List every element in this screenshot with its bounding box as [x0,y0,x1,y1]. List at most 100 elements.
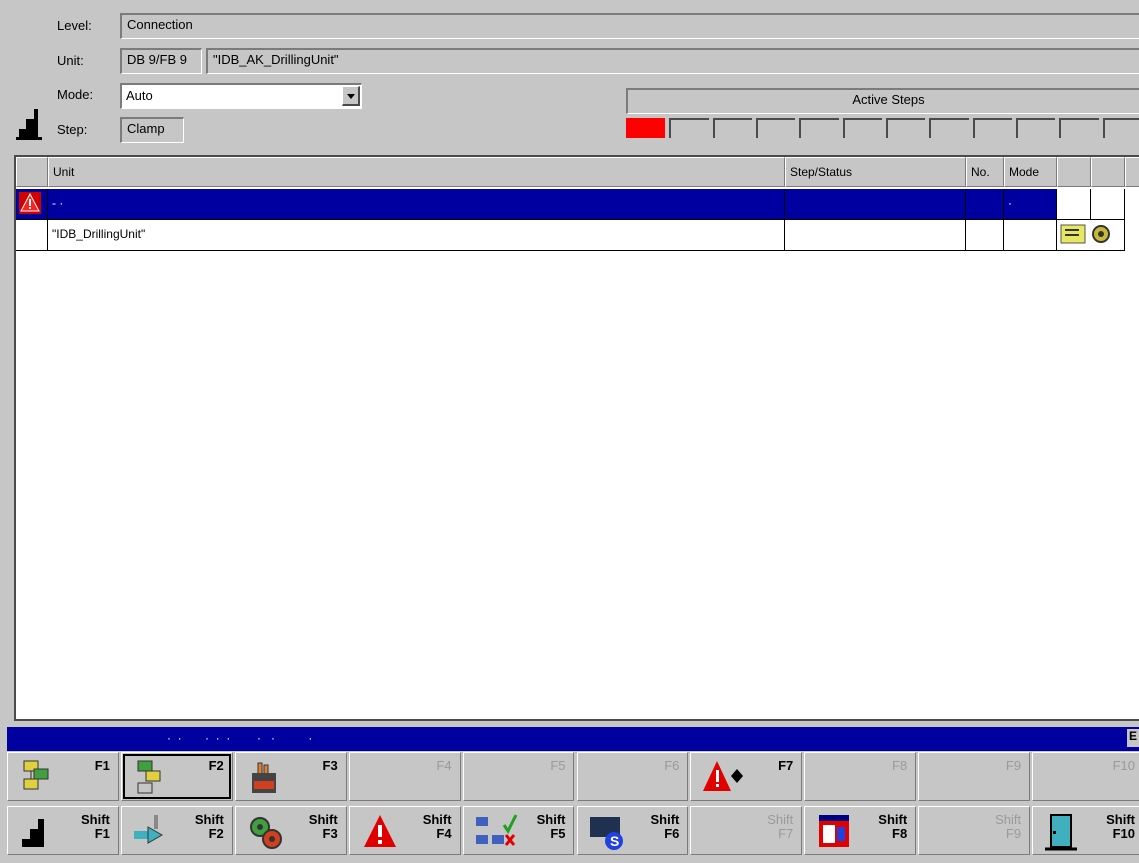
fkey-label: F3 [322,758,338,773]
shift-f5-button[interactable]: Shift F5 [462,806,575,855]
mode-select[interactable]: Auto [120,83,362,109]
row-no-cell [966,220,1004,251]
fkey-label: F5 [550,758,566,773]
fkey-label: Shift F10 [1106,812,1135,841]
shift-f4-button[interactable]: Shift F4 [348,806,461,855]
unit-label: Unit: [57,53,84,68]
table-header-corner [16,157,48,187]
shift-f2-button[interactable]: Shift F2 [120,806,233,855]
row-mode-cell: · [1004,189,1057,220]
status-bar: · · · · · · · · E [7,727,1139,751]
f4-button[interactable]: F4 [348,752,461,801]
unit-name-field: "IDB_AK_DrillingUnit" [206,48,1139,74]
active-step-cell [626,118,666,138]
active-step-cell [756,118,796,138]
network-check-icon [474,813,517,851]
fkey-label: Shift F6 [650,812,680,841]
active-steps-bar [626,118,1139,140]
f7-button[interactable]: F7 [690,752,803,801]
row-step-status-cell [785,189,966,220]
step-label: Step: [57,122,88,137]
fkey-label: F9 [1005,758,1022,773]
shift-f6-button[interactable]: S Shift F6 [576,806,689,855]
column-header-no[interactable]: No. [966,157,1004,187]
level-field: Connection [120,13,1139,39]
row-extra-cell [1057,189,1091,220]
column-header-step-status[interactable]: Step/Status [785,157,966,187]
column-header-extra-3 [1125,157,1139,187]
mode-dropdown-button[interactable] [342,86,360,106]
column-header-mode[interactable]: Mode [1004,157,1057,187]
mode-icon [18,813,58,851]
exit-door-icon [1043,813,1083,851]
row-unit-cell: - · [48,189,785,220]
f8-button[interactable]: F8 [804,752,917,801]
alarm-icon [19,192,41,214]
active-step-cell [1102,118,1139,138]
s-badge-icon: S [588,813,628,851]
level-label: Level: [57,18,92,33]
fkey-label: F7 [778,758,794,773]
fkey-label: Shift F9 [995,812,1022,841]
fkey-row-bottom: Shift F1 Shift F2 Shift F3 Shift F4 Shift F5… [7,806,1139,858]
row-icon-cell [16,189,48,220]
step-icon [16,109,42,140]
f9-button[interactable]: F9 [918,752,1031,801]
fkey-label: Shift F2 [194,812,224,841]
mode-select-value: Auto [126,88,153,103]
active-step-cell [842,118,882,138]
active-step-cell [1016,118,1056,138]
row-step-status-cell [785,220,966,251]
fkey-row-top: F1 F2 F3 F4 F5 F6 F7 F8 F9 F10 [7,752,1139,804]
row-no-cell [966,189,1004,220]
row-status-icons-cell [1057,220,1125,251]
svg-text:S: S [610,833,619,849]
fkey-label: Shift F7 [767,812,794,841]
active-step-cell [1059,118,1099,138]
shift-f8-button[interactable]: Shift F8 [804,806,917,855]
f6-button[interactable]: F6 [576,752,689,801]
alarm-navigate-icon [701,759,744,797]
f2-button[interactable]: F2 [120,752,233,801]
shift-f3-button[interactable]: Shift F3 [234,806,347,855]
fkey-label: Shift F8 [878,812,908,841]
shift-f1-button[interactable]: Shift F1 [7,806,119,855]
fkey-label: Shift F4 [422,812,452,841]
fkey-label: F1 [94,758,110,773]
active-step-cell [669,118,709,138]
table-row[interactable]: "IDB_DrillingUnit" [16,220,1057,251]
table-row[interactable]: - · · [16,189,1057,220]
f3-button[interactable]: F3 [234,752,347,801]
row-mode-cell [1004,220,1057,251]
windows-icon [815,813,855,851]
column-header-unit[interactable]: Unit [48,157,785,187]
f5-button[interactable]: F5 [462,752,575,801]
unit-db-field: DB 9/FB 9 [120,48,202,74]
valve-icon [132,813,172,851]
fkey-label: F2 [208,758,224,773]
fkey-label: F10 [1112,758,1135,773]
unit-status-icon [1060,224,1110,244]
manual-hand-icon [246,759,286,797]
fkey-label: Shift F5 [536,812,566,841]
alarm-icon [360,813,400,851]
step-field: Clamp [120,117,184,143]
f10-button[interactable]: F10 [1032,752,1139,801]
units-table: Unit Step/Status No. Mode - · · "IDB_Dri… [14,155,1139,721]
shift-f9-button[interactable]: Shift F9 [918,806,1031,855]
shift-f7-button[interactable]: Shift F7 [690,806,803,855]
active-steps-title: Active Steps [626,88,1139,114]
shift-f10-button[interactable]: Shift F10 [1032,806,1139,855]
active-step-cell [712,118,752,138]
column-header-extra-2 [1091,157,1125,187]
gears-icon [246,813,286,851]
active-step-cell [929,118,969,138]
f1-button[interactable]: F1 [7,752,119,801]
fkey-label: F8 [892,758,908,773]
row-extra-cell [1091,189,1125,220]
mode-label: Mode: [57,87,94,102]
overview-icon [18,759,58,797]
fkey-label: Shift F3 [308,812,338,841]
column-header-extra-1 [1057,157,1091,187]
active-step-cell [886,118,926,138]
